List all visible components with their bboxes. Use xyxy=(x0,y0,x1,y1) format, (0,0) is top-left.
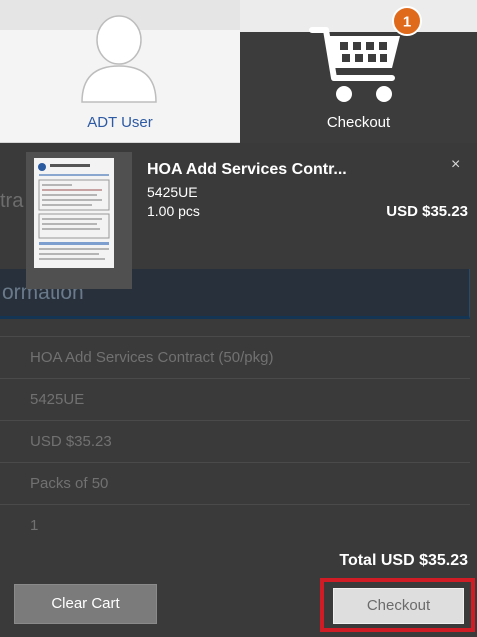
top-tab-bar: ADT User 1 Checkout xyxy=(0,0,477,143)
background-row-name: HOA Add Services Contract (50/pkg) xyxy=(0,336,470,378)
checkout-button[interactable]: Checkout xyxy=(333,588,464,624)
background-fragment-left: tra xyxy=(0,190,24,212)
clear-cart-button[interactable]: Clear Cart xyxy=(14,584,157,624)
cart-item-sku: 5425UE xyxy=(147,184,198,200)
product-thumbnail xyxy=(26,152,132,289)
background-row-price: USD $35.23 xyxy=(0,420,470,462)
cart-item-quantity: 1.00 pcs xyxy=(147,203,200,219)
tab-checkout-label: Checkout xyxy=(326,114,391,131)
user-avatar-icon xyxy=(81,15,157,103)
background-row-pack: Packs of 50 xyxy=(0,462,470,504)
checkout-highlight-box: Checkout xyxy=(320,578,475,632)
tab-user-label: ADT User xyxy=(87,114,153,131)
cart-badge: 1 xyxy=(392,6,422,36)
cart-item-title[interactable]: HOA Add Services Contr... xyxy=(147,161,347,179)
cart-item-price: USD $35.23 xyxy=(386,203,468,220)
background-row-quantity: 1 xyxy=(0,504,470,546)
tab-user[interactable]: ADT User xyxy=(0,0,240,143)
background-row-sku: 5425UE xyxy=(0,378,470,420)
document-thumbnail-icon xyxy=(34,158,114,268)
tab-checkout[interactable]: 1 Checkout xyxy=(240,0,477,143)
remove-item-close-icon[interactable]: × xyxy=(451,156,460,174)
cart-badge-count: 1 xyxy=(403,14,411,31)
cart-total: Total USD $35.23 xyxy=(339,552,468,569)
